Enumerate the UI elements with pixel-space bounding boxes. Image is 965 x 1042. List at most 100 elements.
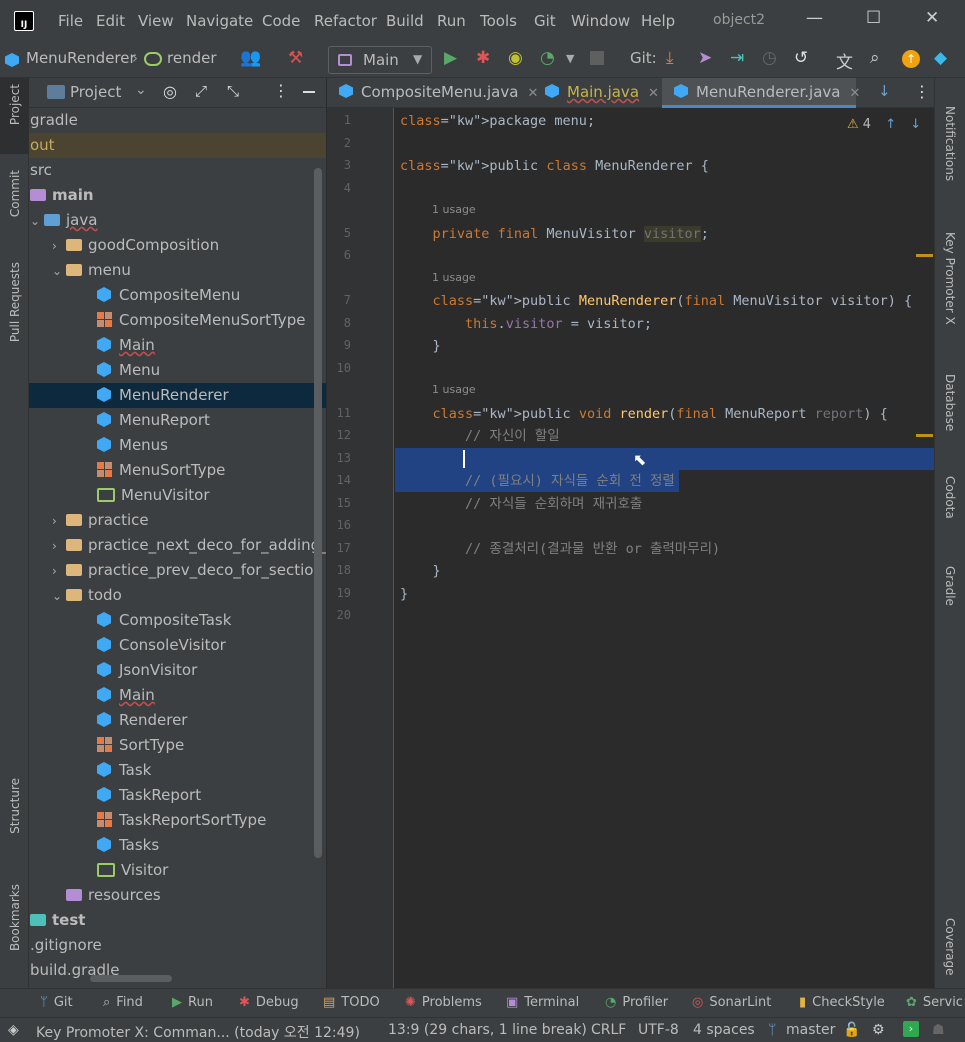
- menu-window[interactable]: Window: [571, 12, 630, 30]
- tree-item[interactable]: CompositeMenuSortType: [29, 308, 326, 333]
- breadcrumb-method[interactable]: render: [167, 49, 217, 67]
- indent-setting[interactable]: 4 spaces: [693, 1022, 755, 1038]
- tool-project[interactable]: Project: [8, 84, 22, 125]
- lock-icon[interactable]: 🔓: [843, 1022, 860, 1038]
- tree-item[interactable]: test: [29, 908, 326, 933]
- stop-icon[interactable]: [590, 51, 604, 65]
- tree-item[interactable]: Menus: [29, 433, 326, 458]
- chevron-right-icon[interactable]: ›: [52, 534, 66, 559]
- tree-item[interactable]: main: [29, 183, 326, 208]
- project-tree-hscrollbar[interactable]: [90, 975, 172, 982]
- usage-hint[interactable]: 1 usage: [432, 203, 476, 216]
- coverage-icon[interactable]: ◉: [508, 48, 523, 68]
- menu-tools[interactable]: Tools: [480, 12, 517, 30]
- menu-edit[interactable]: Edit: [96, 12, 125, 30]
- minimize-icon[interactable]: —: [806, 8, 823, 28]
- options-icon[interactable]: ⋮: [273, 81, 289, 100]
- usage-hint[interactable]: 1 usage: [432, 271, 476, 284]
- menu-run[interactable]: Run: [437, 12, 466, 30]
- caret-position[interactable]: 13:9 (29 chars, 1 line break): [388, 1022, 587, 1038]
- plugin-icon[interactable]: ◆: [934, 48, 947, 68]
- tool-checkstyle[interactable]: ▮ CheckStyle: [799, 995, 885, 1010]
- inspector-icon[interactable]: ☗: [932, 1022, 945, 1038]
- chevron-down-icon[interactable]: ⌄: [135, 82, 147, 98]
- close-tab-icon[interactable]: ✕: [849, 86, 860, 101]
- tool-find[interactable]: ⌕ Find: [103, 995, 143, 1010]
- tree-item[interactable]: src: [29, 158, 326, 183]
- close-icon[interactable]: ✕: [925, 8, 939, 28]
- tree-item[interactable]: MenuSortType: [29, 458, 326, 483]
- tree-item[interactable]: Task: [29, 758, 326, 783]
- tree-item[interactable]: MenuVisitor: [29, 483, 326, 508]
- hide-panel-icon[interactable]: [303, 91, 315, 93]
- menu-refactor[interactable]: Refactor: [314, 12, 377, 30]
- tree-item[interactable]: .gitignore: [29, 933, 326, 958]
- chevron-right-icon[interactable]: ›: [52, 234, 66, 259]
- debug-icon[interactable]: ✱: [476, 48, 490, 68]
- tool-run[interactable]: ▶ Run: [172, 995, 213, 1010]
- tab-composite-menu[interactable]: CompositeMenu.java ✕: [327, 78, 538, 108]
- tree-item[interactable]: SortType: [29, 733, 326, 758]
- locate-icon[interactable]: ◎: [163, 82, 177, 101]
- tab-menu-renderer[interactable]: MenuRenderer.java ✕: [662, 78, 860, 108]
- warning-marker[interactable]: [916, 254, 933, 257]
- tree-item[interactable]: CompositeTask: [29, 608, 326, 633]
- prev-highlight-icon[interactable]: ↑: [885, 117, 896, 132]
- tree-item[interactable]: build.gradle: [29, 958, 326, 983]
- tree-item[interactable]: gradle: [29, 108, 326, 133]
- arrow-down-icon[interactable]: ↓: [878, 82, 891, 100]
- tree-item[interactable]: Tasks: [29, 833, 326, 858]
- tool-key-promoter[interactable]: Key Promoter X: [943, 232, 957, 325]
- tool-services[interactable]: ✿ Servic: [906, 995, 963, 1010]
- tool-sonarlint[interactable]: ◎ SonarLint: [692, 995, 771, 1010]
- chevron-down-icon[interactable]: ⌄: [30, 209, 44, 234]
- tab-main[interactable]: Main.java ✕: [533, 78, 661, 108]
- expand-all-icon[interactable]: ⤢: [195, 82, 207, 100]
- terminal-shortcut-icon[interactable]: ›: [903, 1021, 919, 1037]
- chevron-right-icon[interactable]: ›: [52, 559, 66, 584]
- git-branch[interactable]: master: [786, 1022, 835, 1038]
- menu-code[interactable]: Code: [262, 12, 300, 30]
- code-editor[interactable]: ⚠ 4 ↑ ↓ class="kw">package menu; class="k…: [395, 108, 934, 988]
- tool-structure[interactable]: Structure: [8, 778, 22, 834]
- menu-build[interactable]: Build: [386, 12, 424, 30]
- maximize-icon[interactable]: ☐: [866, 8, 881, 28]
- tree-item[interactable]: ⌄ java: [29, 208, 326, 233]
- tree-item[interactable]: ⌄ todo: [29, 583, 326, 608]
- menu-view[interactable]: View: [138, 12, 174, 30]
- tool-bookmarks[interactable]: Bookmarks: [8, 884, 22, 951]
- tool-database[interactable]: Database: [943, 374, 957, 431]
- menu-help[interactable]: Help: [641, 12, 675, 30]
- users-icon[interactable]: 👥: [240, 48, 261, 68]
- tool-coverage[interactable]: Coverage: [943, 918, 957, 976]
- project-panel-title[interactable]: Project: [70, 83, 121, 101]
- status-message[interactable]: Key Promoter X: Comman... (today 오전 12:4…: [36, 1022, 360, 1042]
- status-panel-icon[interactable]: ◈: [8, 1022, 19, 1038]
- hammer-icon[interactable]: ⚒: [288, 48, 303, 68]
- tool-debug[interactable]: ✱ Debug: [239, 995, 299, 1010]
- tool-todo[interactable]: ▤ TODO: [323, 995, 380, 1010]
- tool-pull-requests[interactable]: Pull Requests: [8, 262, 22, 342]
- collapse-all-icon[interactable]: ⤡: [227, 82, 239, 100]
- tree-item[interactable]: › practice: [29, 508, 326, 533]
- tab-options-icon[interactable]: ⋮: [914, 82, 930, 101]
- menu-navigate[interactable]: Navigate: [186, 12, 253, 30]
- tree-item[interactable]: ⌄ menu: [29, 258, 326, 283]
- menu-file[interactable]: File: [58, 12, 83, 30]
- tree-item[interactable]: › practice_next_deco_for_adding_cu: [29, 533, 326, 558]
- git-update-icon[interactable]: ⤓: [666, 48, 674, 68]
- more-run-chevron-icon[interactable]: ▼: [566, 52, 574, 65]
- rollback-icon[interactable]: ↺: [794, 48, 808, 68]
- project-tree-scrollbar[interactable]: [314, 168, 322, 858]
- usage-hint[interactable]: 1 usage: [432, 383, 476, 396]
- file-encoding[interactable]: UTF-8: [638, 1022, 679, 1038]
- tree-item[interactable]: ConsoleVisitor: [29, 633, 326, 658]
- tool-commit[interactable]: Commit: [8, 170, 22, 217]
- search-icon[interactable]: ⌕: [870, 48, 880, 68]
- tree-item[interactable]: Main: [29, 333, 326, 358]
- run-icon[interactable]: ▶: [444, 48, 457, 68]
- next-highlight-icon[interactable]: ↓: [910, 117, 921, 132]
- tool-gradle[interactable]: Gradle: [943, 566, 957, 606]
- tree-item[interactable]: › goodComposition: [29, 233, 326, 258]
- git-push-icon[interactable]: ⇥: [730, 48, 744, 68]
